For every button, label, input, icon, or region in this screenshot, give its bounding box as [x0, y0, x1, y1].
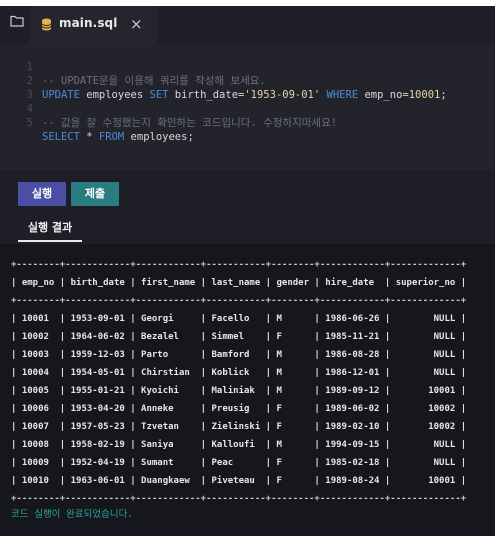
code-token: SELECT	[42, 131, 80, 143]
tab-run-result[interactable]: 실행 결과	[18, 214, 82, 242]
table-row: | 10008 | 1958-02-19 | Saniya | Kalloufi…	[11, 440, 467, 450]
folder-icon[interactable]	[10, 15, 24, 27]
table-row: | 10002 | 1964-06-02 | Bezalel | Simmel …	[11, 332, 467, 342]
code-token: ;	[440, 89, 447, 101]
table-header-row: | emp_no | birth_date | first_name | las…	[11, 278, 467, 288]
tab-main-sql[interactable]: main.sql ×	[30, 6, 158, 43]
sql-editor-app: main.sql × 1 -- UPDATE문을 이용해 쿼리를 작성해 보세요…	[0, 0, 495, 536]
code-token: 10001	[408, 89, 441, 101]
result-output: +--------+------------+------------+----…	[0, 244, 495, 536]
code-text: -- UPDATE문을 이용해 쿼리를 작성해 보세요.	[42, 75, 266, 87]
code-token: emp_no	[364, 89, 403, 101]
code-token: SET	[149, 89, 169, 101]
code-line: 5 SELECT * FROM employees;	[0, 102, 194, 143]
code-token: employees	[86, 89, 144, 101]
code-token: UPDATE	[42, 89, 80, 101]
code-line: 2 UPDATE employees SET birth_date='1953-…	[0, 60, 447, 101]
result-tabs: 실행 결과	[0, 214, 495, 244]
table-row: | 10009 | 1952-04-19 | Sumant | Peac | F…	[11, 458, 467, 468]
code-token: birth_date	[174, 89, 239, 101]
line-number: 5	[26, 117, 33, 129]
table-border: +--------+------------+------------+----…	[11, 296, 467, 306]
table-row: | 10010 | 1963-06-01 | Duangkaew | Pivet…	[11, 476, 467, 486]
code-text: -- 값을 잘 수정했는지 확인하는 코드입니다. 수정하지마세요!	[42, 117, 338, 129]
table-row: | 10007 | 1957-05-23 | Tzvetan | Zielins…	[11, 422, 467, 432]
code-token: employees	[130, 131, 188, 143]
action-toolbar: 실행 제출	[0, 170, 495, 214]
code-text: UPDATE employees SET birth_date='1953-09…	[42, 88, 447, 102]
database-icon	[41, 18, 52, 31]
run-button[interactable]: 실행	[18, 182, 66, 206]
table-row: | 10004 | 1954-05-01 | Chirstian | Kobli…	[11, 368, 467, 378]
active-tab-indicator	[18, 240, 82, 242]
code-token: WHERE	[326, 89, 359, 101]
status-message: 코드 실행이 완료되었습니다.	[11, 509, 134, 520]
code-line: 1 -- UPDATE문을 이용해 쿼리를 작성해 보세요.	[0, 46, 266, 87]
code-token: ;	[187, 131, 194, 143]
tab-bar: main.sql ×	[0, 0, 495, 43]
table-row: | 10005 | 1955-01-21 | Kyoichi | Malinia…	[11, 386, 467, 396]
code-token: FROM	[98, 131, 125, 143]
close-icon[interactable]: ×	[130, 15, 143, 33]
table-row: | 10006 | 1953-04-20 | Anneke | Preusig …	[11, 404, 467, 414]
table-border: +--------+------------+------------+----…	[11, 494, 467, 504]
table-row: | 10003 | 1959-12-03 | Parto | Bamford |…	[11, 350, 467, 360]
table-row: | 10001 | 1953-09-01 | Georgi | Facello …	[11, 314, 467, 324]
code-line: 3	[0, 74, 38, 101]
table-border: +--------+------------+------------+----…	[11, 260, 467, 270]
code-token: '1953-09-01'	[244, 89, 321, 101]
submit-button[interactable]: 제출	[71, 182, 119, 206]
tab-filename: main.sql	[59, 16, 118, 30]
code-line: 4 -- 값을 잘 수정했는지 확인하는 코드입니다. 수정하지마세요!	[0, 88, 337, 129]
code-text: SELECT * FROM employees;	[42, 130, 194, 144]
code-editor[interactable]: 1 -- UPDATE문을 이용해 쿼리를 작성해 보세요. 2 UPDATE …	[0, 43, 495, 170]
